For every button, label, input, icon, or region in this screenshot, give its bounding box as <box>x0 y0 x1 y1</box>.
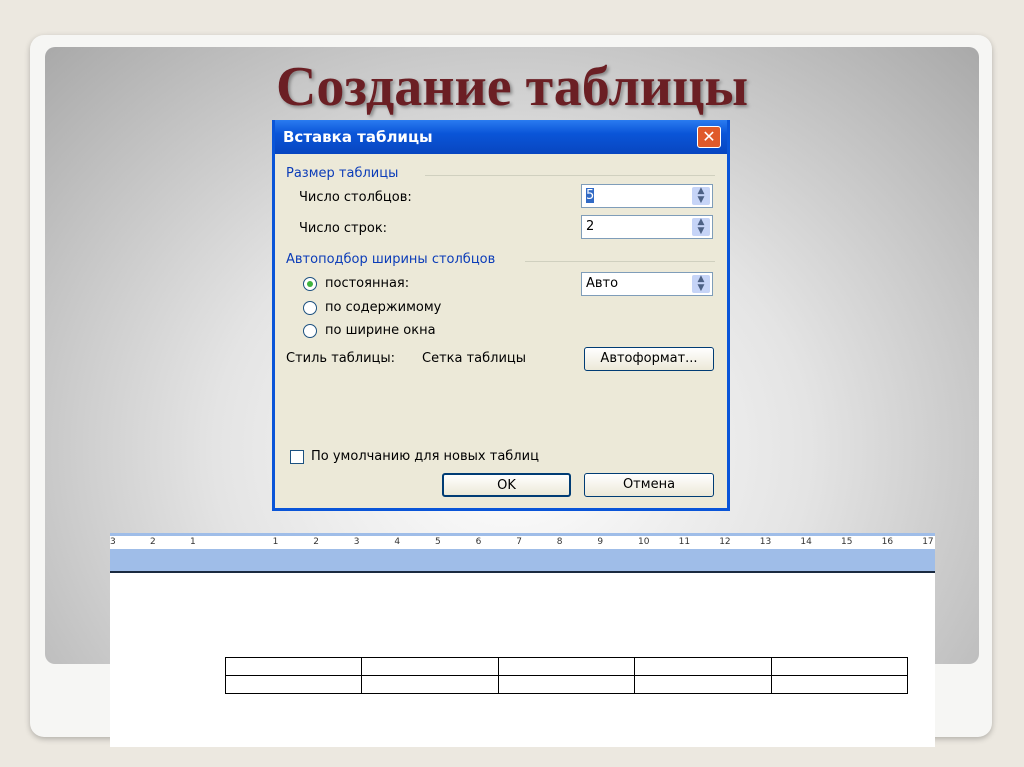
default-checkbox-label: По умолчанию для новых таблиц <box>311 449 539 464</box>
cols-label: Число столбцов: <box>299 190 412 205</box>
radio-fixed-label: постоянная: <box>325 276 410 291</box>
dialog-titlebar: Вставка таблицы ✕ <box>275 120 727 154</box>
radio-content[interactable] <box>303 301 317 315</box>
dialog-title: Вставка таблицы <box>283 128 433 146</box>
ruler-label: 13 <box>759 537 772 547</box>
spinner-arrows-icon[interactable]: ▲ ▼ <box>692 218 710 236</box>
ruler-label: 10 <box>638 537 650 547</box>
style-label: Стиль таблицы: <box>286 351 396 366</box>
table-cell[interactable] <box>224 657 363 676</box>
fixed-width-value: Авто <box>586 276 619 291</box>
fixed-width-input[interactable]: Авто ▲ ▼ <box>581 272 713 296</box>
table-cell[interactable] <box>634 675 772 694</box>
radio-content-label: по содержимому <box>325 300 442 315</box>
table-cell[interactable] <box>361 675 499 694</box>
spinner-arrows-icon[interactable]: ▲ ▼ <box>692 275 710 293</box>
ok-button[interactable]: OK <box>442 473 571 497</box>
autoformat-button[interactable]: Автоформат... <box>584 347 714 371</box>
table-cell[interactable] <box>497 657 636 676</box>
ruler-label: 7 <box>516 537 522 547</box>
autofit-group-label: Автоподбор ширины столбцов <box>286 252 496 267</box>
cols-input[interactable]: 5 ▲ ▼ <box>581 184 713 208</box>
cols-value: 5 <box>586 188 595 203</box>
ruler-label: 14 <box>800 537 812 547</box>
ruler-label: 3 <box>353 537 360 547</box>
table-cell[interactable] <box>224 675 363 694</box>
table-cell[interactable] <box>497 675 636 694</box>
ruler-label: 2 <box>313 537 319 547</box>
table-row <box>224 657 909 676</box>
document-page[interactable] <box>110 571 935 747</box>
radio-fixed[interactable] <box>303 277 317 291</box>
ruler[interactable]: 3 2 1 1 2 3 4 5 6 7 8 9 10 11 12 13 14 15 16 17 <box>110 533 935 571</box>
ruler-label: 3 <box>110 537 116 547</box>
radio-window[interactable] <box>303 324 317 338</box>
inserted-table <box>224 657 909 694</box>
document-area: 3 2 1 1 2 3 4 5 6 7 8 9 10 11 12 13 14 15 16 17 <box>110 533 935 747</box>
table-cell[interactable] <box>361 657 499 676</box>
ruler-label: 6 <box>475 537 482 547</box>
default-checkbox[interactable] <box>290 450 304 464</box>
spinner-arrows-icon[interactable]: ▲ ▼ <box>692 187 710 205</box>
rows-input[interactable]: 2 ▲ ▼ <box>581 215 713 239</box>
size-group-label: Размер таблицы <box>286 166 399 181</box>
insert-table-dialog: Вставка таблицы ✕ Размер таблицы Число с… <box>272 120 730 511</box>
divider <box>525 261 715 262</box>
rows-label: Число строк: <box>299 221 388 236</box>
style-value: Сетка таблицы <box>422 351 527 366</box>
ruler-label: 16 <box>881 537 894 547</box>
slide-title: Создание таблицы <box>275 56 749 118</box>
ruler-label: 9 <box>597 537 604 547</box>
cancel-button[interactable]: Отмена <box>584 473 714 497</box>
ruler-label: 17 <box>922 537 934 547</box>
rows-value: 2 <box>586 219 595 234</box>
ruler-label: 1 <box>190 537 196 547</box>
radio-window-label: по ширине окна <box>325 323 436 338</box>
table-row <box>224 675 909 694</box>
table-cell[interactable] <box>770 675 909 694</box>
close-button[interactable]: ✕ <box>697 126 721 148</box>
ruler-label: 4 <box>394 537 401 547</box>
ruler-label: 5 <box>435 537 441 547</box>
ruler-strip: 3 2 1 1 2 3 4 5 6 7 8 9 10 11 12 13 14 15 16 17 <box>110 536 935 549</box>
ruler-label: 8 <box>556 537 563 547</box>
ruler-label: 2 <box>150 537 156 547</box>
ruler-label: 15 <box>841 537 853 547</box>
divider <box>425 175 715 176</box>
ruler-label: 1 <box>272 537 279 547</box>
ruler-label: 12 <box>719 537 731 547</box>
table-cell[interactable] <box>770 657 909 676</box>
ruler-label: 11 <box>678 537 691 547</box>
table-cell[interactable] <box>634 657 772 676</box>
